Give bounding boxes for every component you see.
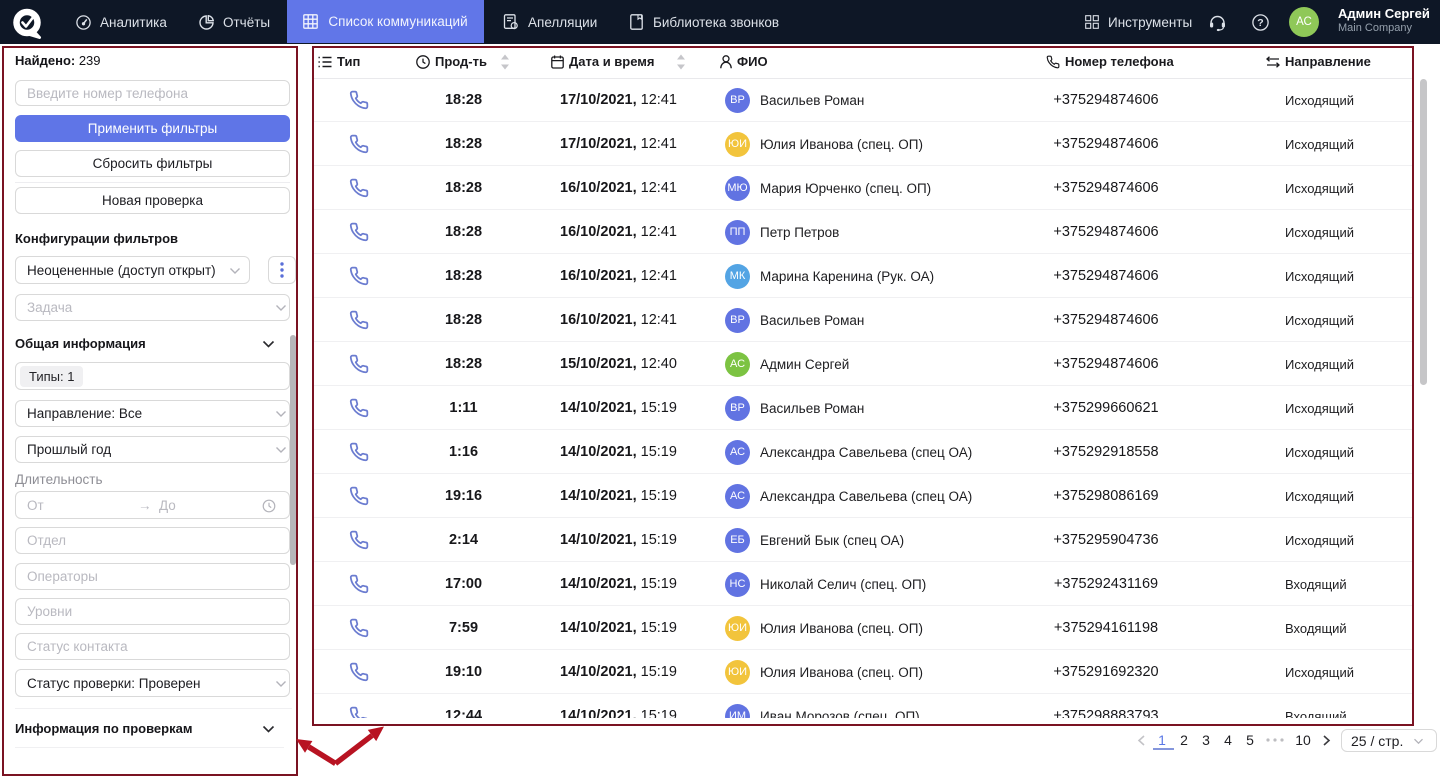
svg-text:?: ? [1257,17,1263,29]
